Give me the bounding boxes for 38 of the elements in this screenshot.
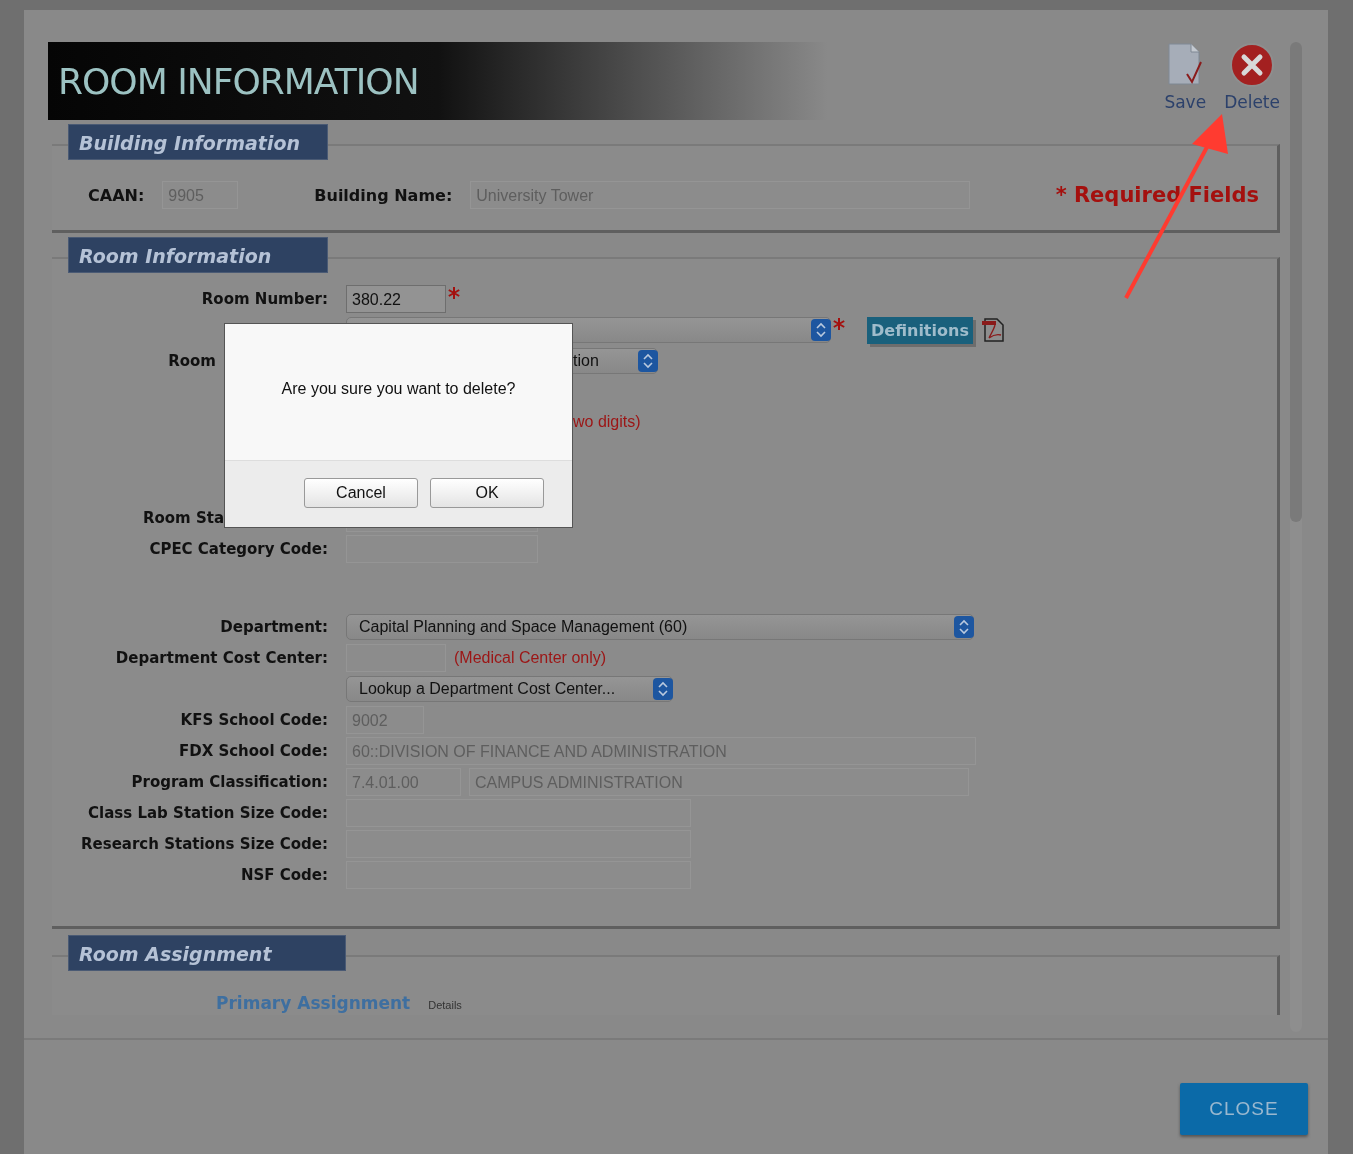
field-label: Room Number: <box>201 290 328 308</box>
input-field[interactable]: 380.22 <box>346 285 446 313</box>
field-label: Research Stations Size Code: <box>81 835 328 853</box>
dropdown-arrows-icon <box>954 616 974 638</box>
delete-button[interactable]: Delete <box>1224 42 1280 112</box>
field-label: CAAN: <box>88 185 145 205</box>
dropdown-arrows-icon <box>638 350 658 372</box>
assignment-link[interactable]: Primary Assignment <box>216 993 411 1013</box>
field-hint: (Medical Center only) <box>454 649 607 667</box>
field-label: Room Sta <box>142 509 224 527</box>
dropdown-field[interactable]: Lookup a Department Cost Center... <box>346 676 673 702</box>
field-label: Building Name: <box>314 185 453 205</box>
section-header: Room Assignment <box>68 935 346 971</box>
field-hint: wo digits) <box>573 413 641 431</box>
field-label: CPEC Category Code: <box>149 540 328 558</box>
field-label: KFS School Code: <box>180 711 328 729</box>
close-button[interactable]: CLOSE <box>1180 1083 1308 1135</box>
dropdown-arrows-icon <box>653 678 673 700</box>
ok-button[interactable]: OK <box>430 478 544 508</box>
field-label: Class Lab Station Size Code: <box>88 804 328 822</box>
dialog-message: Are you sure you want to delete? <box>281 380 516 397</box>
dropdown-field[interactable]: Capital Planning and Space Management (60) <box>346 614 974 640</box>
field-label: FDX School Code: <box>178 742 328 760</box>
section-header: Room Information <box>68 237 328 273</box>
dropdown-arrows-icon <box>811 319 831 341</box>
field-label: Department Cost Center: <box>115 649 328 667</box>
field-label: NSF Code: <box>240 866 328 884</box>
field-label: Department: <box>220 618 328 636</box>
field-label: Room <box>168 352 216 370</box>
definitions-button[interactable]: Definitions <box>867 316 973 344</box>
field-label: Program Classification: <box>131 773 328 791</box>
save-button[interactable]: Save <box>1164 42 1207 112</box>
pdf-icon[interactable] <box>980 317 1005 343</box>
window-title: ROOM INFORMATION <box>58 60 419 102</box>
section-header: Building Information <box>68 124 328 160</box>
details-label: Details <box>428 999 462 1011</box>
cancel-button[interactable]: Cancel <box>304 478 418 508</box>
required-fields-note: * Required Fields <box>1055 183 1259 207</box>
